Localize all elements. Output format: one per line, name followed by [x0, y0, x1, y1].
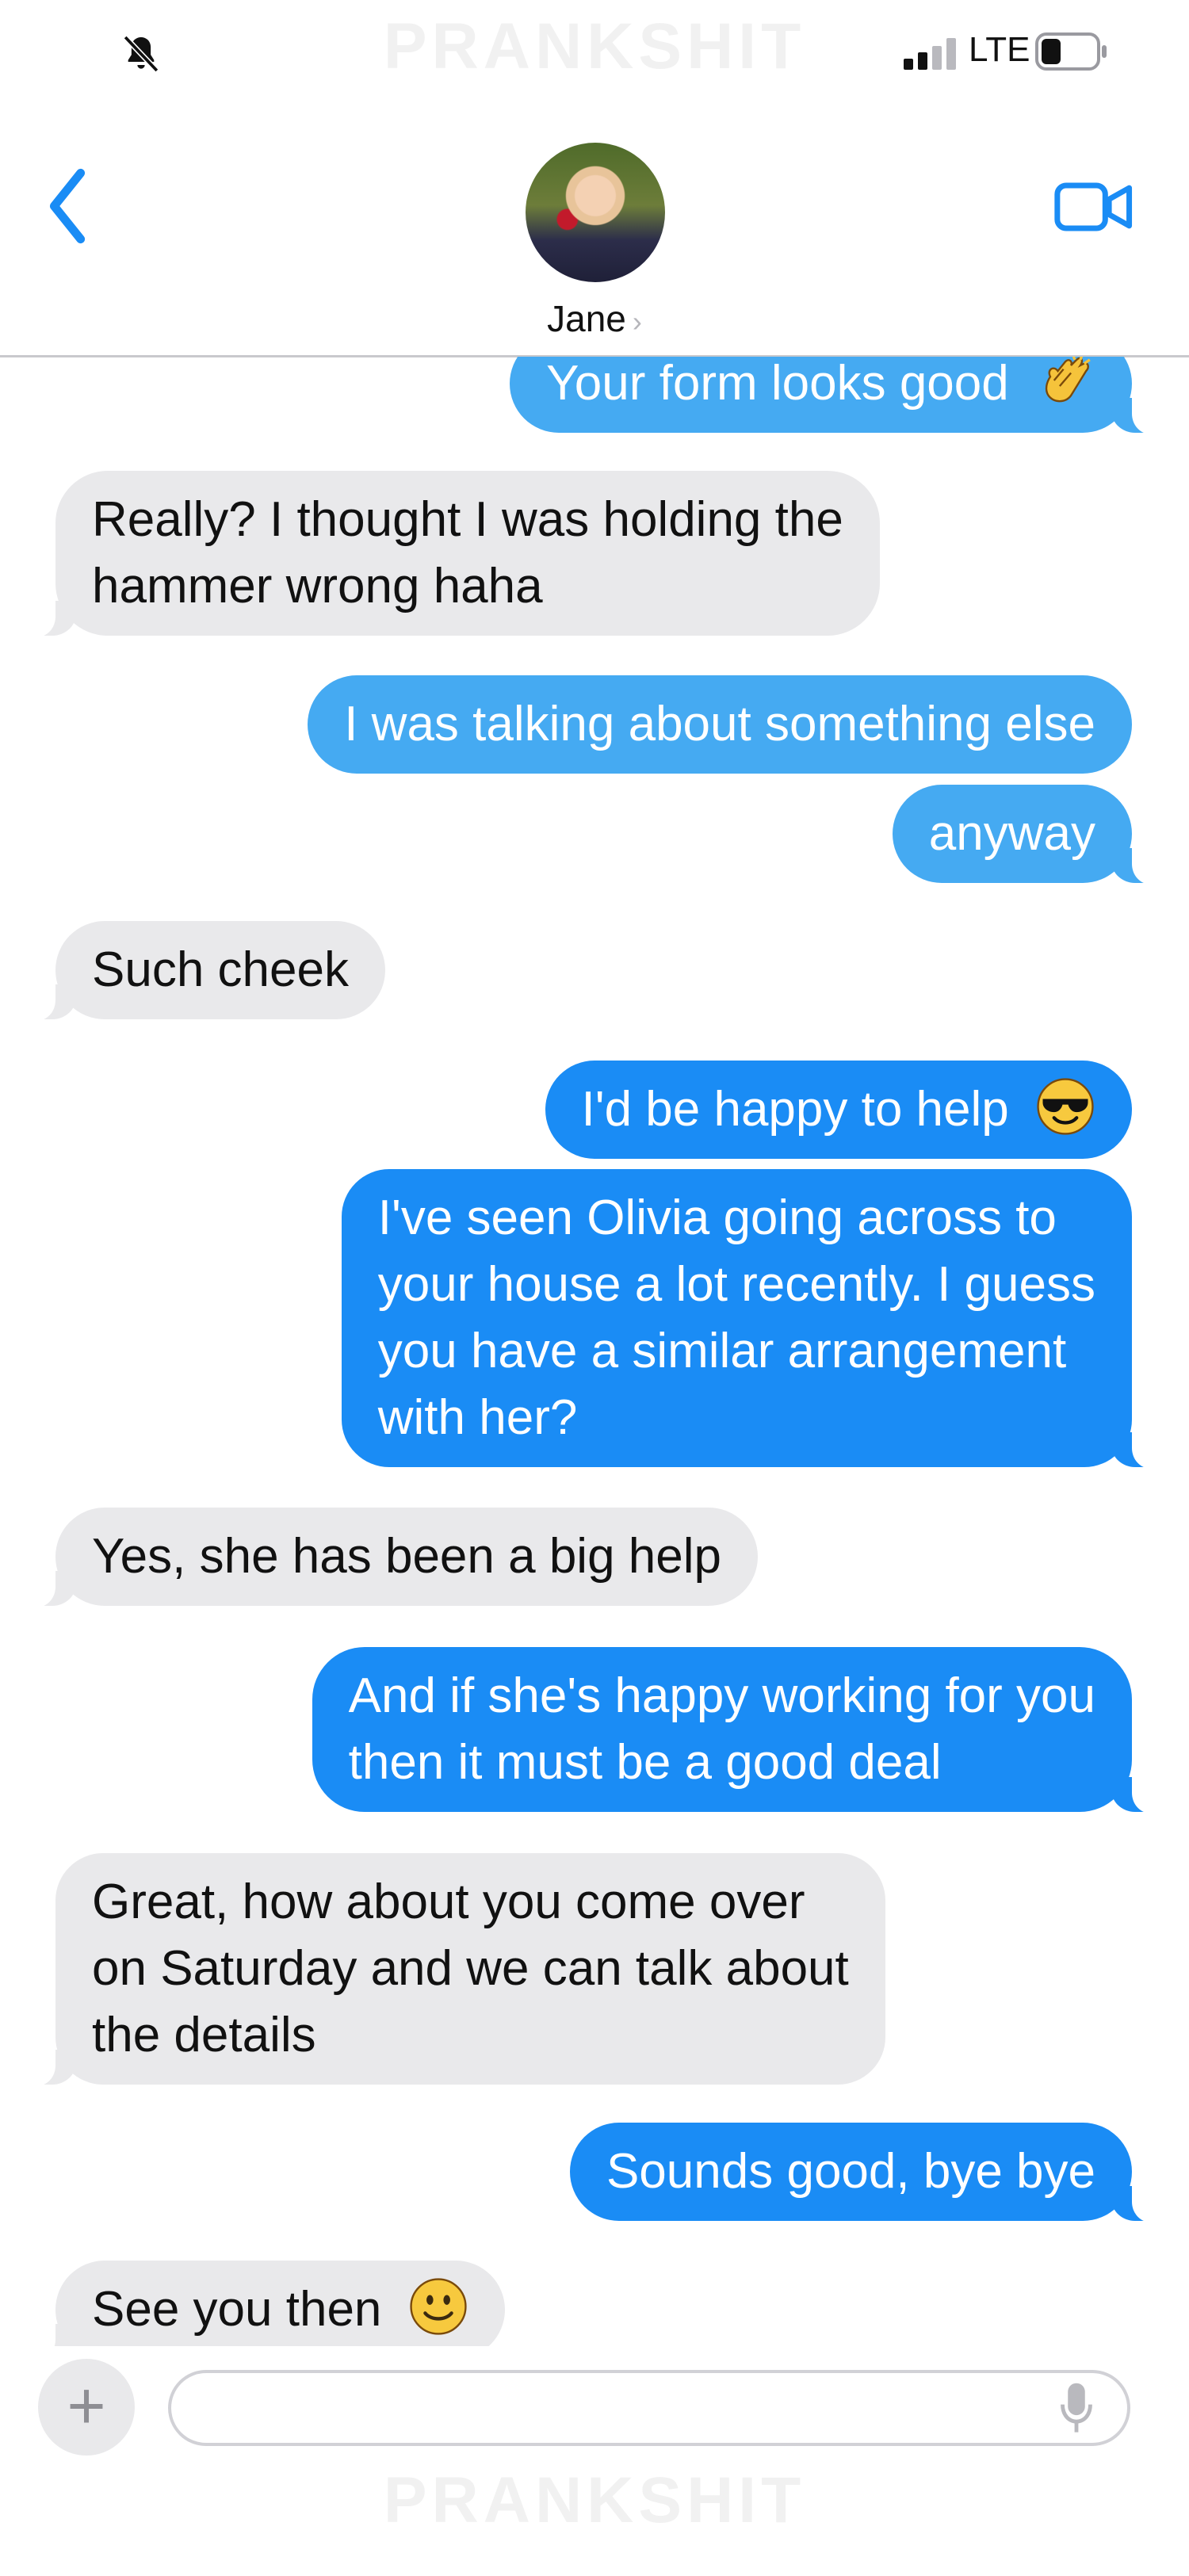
clapping-hands-icon	[1045, 357, 1091, 403]
messages-screen: PRANKSHIT LTE Jane › Your form looks goo…	[0, 0, 1189, 2576]
message-text: Sounds good, bye bye	[606, 2144, 1095, 2199]
message-text: Such cheek	[92, 942, 349, 997]
message-bubble-incoming[interactable]: Such cheek	[29, 921, 385, 1021]
message-line: And if she's happy working for you	[348, 1668, 1095, 1723]
message-text: Your form looks good	[546, 357, 1009, 411]
watermark-bottom: PRANKSHIT	[383, 2464, 806, 2536]
message-line: your house a lot recently. I guess	[377, 1257, 1095, 1312]
message-bubble-outgoing[interactable]: And if she's happy working for you then …	[312, 1647, 1160, 1814]
compose-bar: + PRANKSHIT	[0, 2346, 1189, 2576]
message-line: I've seen Olivia going across to	[377, 1191, 1057, 1245]
message-line: Really? I thought I was holding the	[92, 492, 843, 547]
signal-icon	[904, 38, 956, 70]
contact-name: Jane	[547, 298, 626, 339]
message-bubble-outgoing[interactable]: anyway	[892, 785, 1160, 885]
message-text: Yes, she has been a big help	[92, 1529, 722, 1584]
message-bubble-incoming[interactable]: See you then	[29, 2261, 505, 2346]
network-label: LTE	[969, 30, 1030, 69]
slightly-smiling-face-icon	[410, 2278, 467, 2335]
message-line: the details	[92, 2008, 316, 2062]
contact-name-button[interactable]: Jane ›	[0, 297, 1189, 340]
message-text: I'd be happy to help	[581, 1082, 1009, 1137]
avatar[interactable]	[526, 143, 665, 282]
message-bubble-incoming[interactable]: Great, how about you come over on Saturd…	[29, 1853, 885, 2086]
status-bar: PRANKSHIT LTE	[0, 0, 1189, 103]
chevron-right-icon: ›	[632, 305, 642, 338]
conversation-header: Jane ›	[0, 103, 1189, 357]
message-text: See you then	[92, 2282, 382, 2337]
message-bubble-outgoing[interactable]: I'd be happy to help	[545, 1061, 1132, 1159]
message-bubble-outgoing[interactable]: I've seen Olivia going across to your ho…	[341, 1169, 1160, 1469]
message-text: I was talking about something else	[344, 697, 1095, 751]
message-bubble-outgoing[interactable]: Your form looks good	[510, 357, 1159, 434]
message-input[interactable]	[168, 2370, 1130, 2446]
chevron-left-icon[interactable]	[40, 166, 95, 246]
video-camera-icon[interactable]	[1053, 179, 1135, 235]
message-line: on Saturday and we can talk about	[92, 1941, 849, 1996]
message-bubble-outgoing[interactable]: I was talking about something else	[308, 675, 1132, 774]
message-thread: Your form looks good Really? I thought I…	[0, 357, 1189, 2346]
message-line: Great, how about you come over	[92, 1875, 805, 1929]
battery-icon	[1035, 32, 1107, 71]
message-line: with her?	[377, 1390, 578, 1445]
microphone-icon[interactable]	[1059, 2381, 1094, 2436]
message-bubble-outgoing[interactable]: Sounds good, bye bye	[569, 2123, 1160, 2222]
message-bubble-incoming[interactable]: Really? I thought I was holding the hamm…	[29, 471, 880, 637]
message-line: hammer wrong haha	[92, 559, 543, 613]
message-line: you have a similar arrangement	[377, 1324, 1067, 1378]
add-attachment-button[interactable]: +	[38, 2359, 135, 2456]
message-line: then it must be a good deal	[348, 1735, 942, 1790]
message-text: anyway	[928, 806, 1095, 861]
sunglasses-face-icon	[1037, 1078, 1094, 1135]
message-bubble-incoming[interactable]: Yes, she has been a big help	[28, 1508, 759, 1607]
